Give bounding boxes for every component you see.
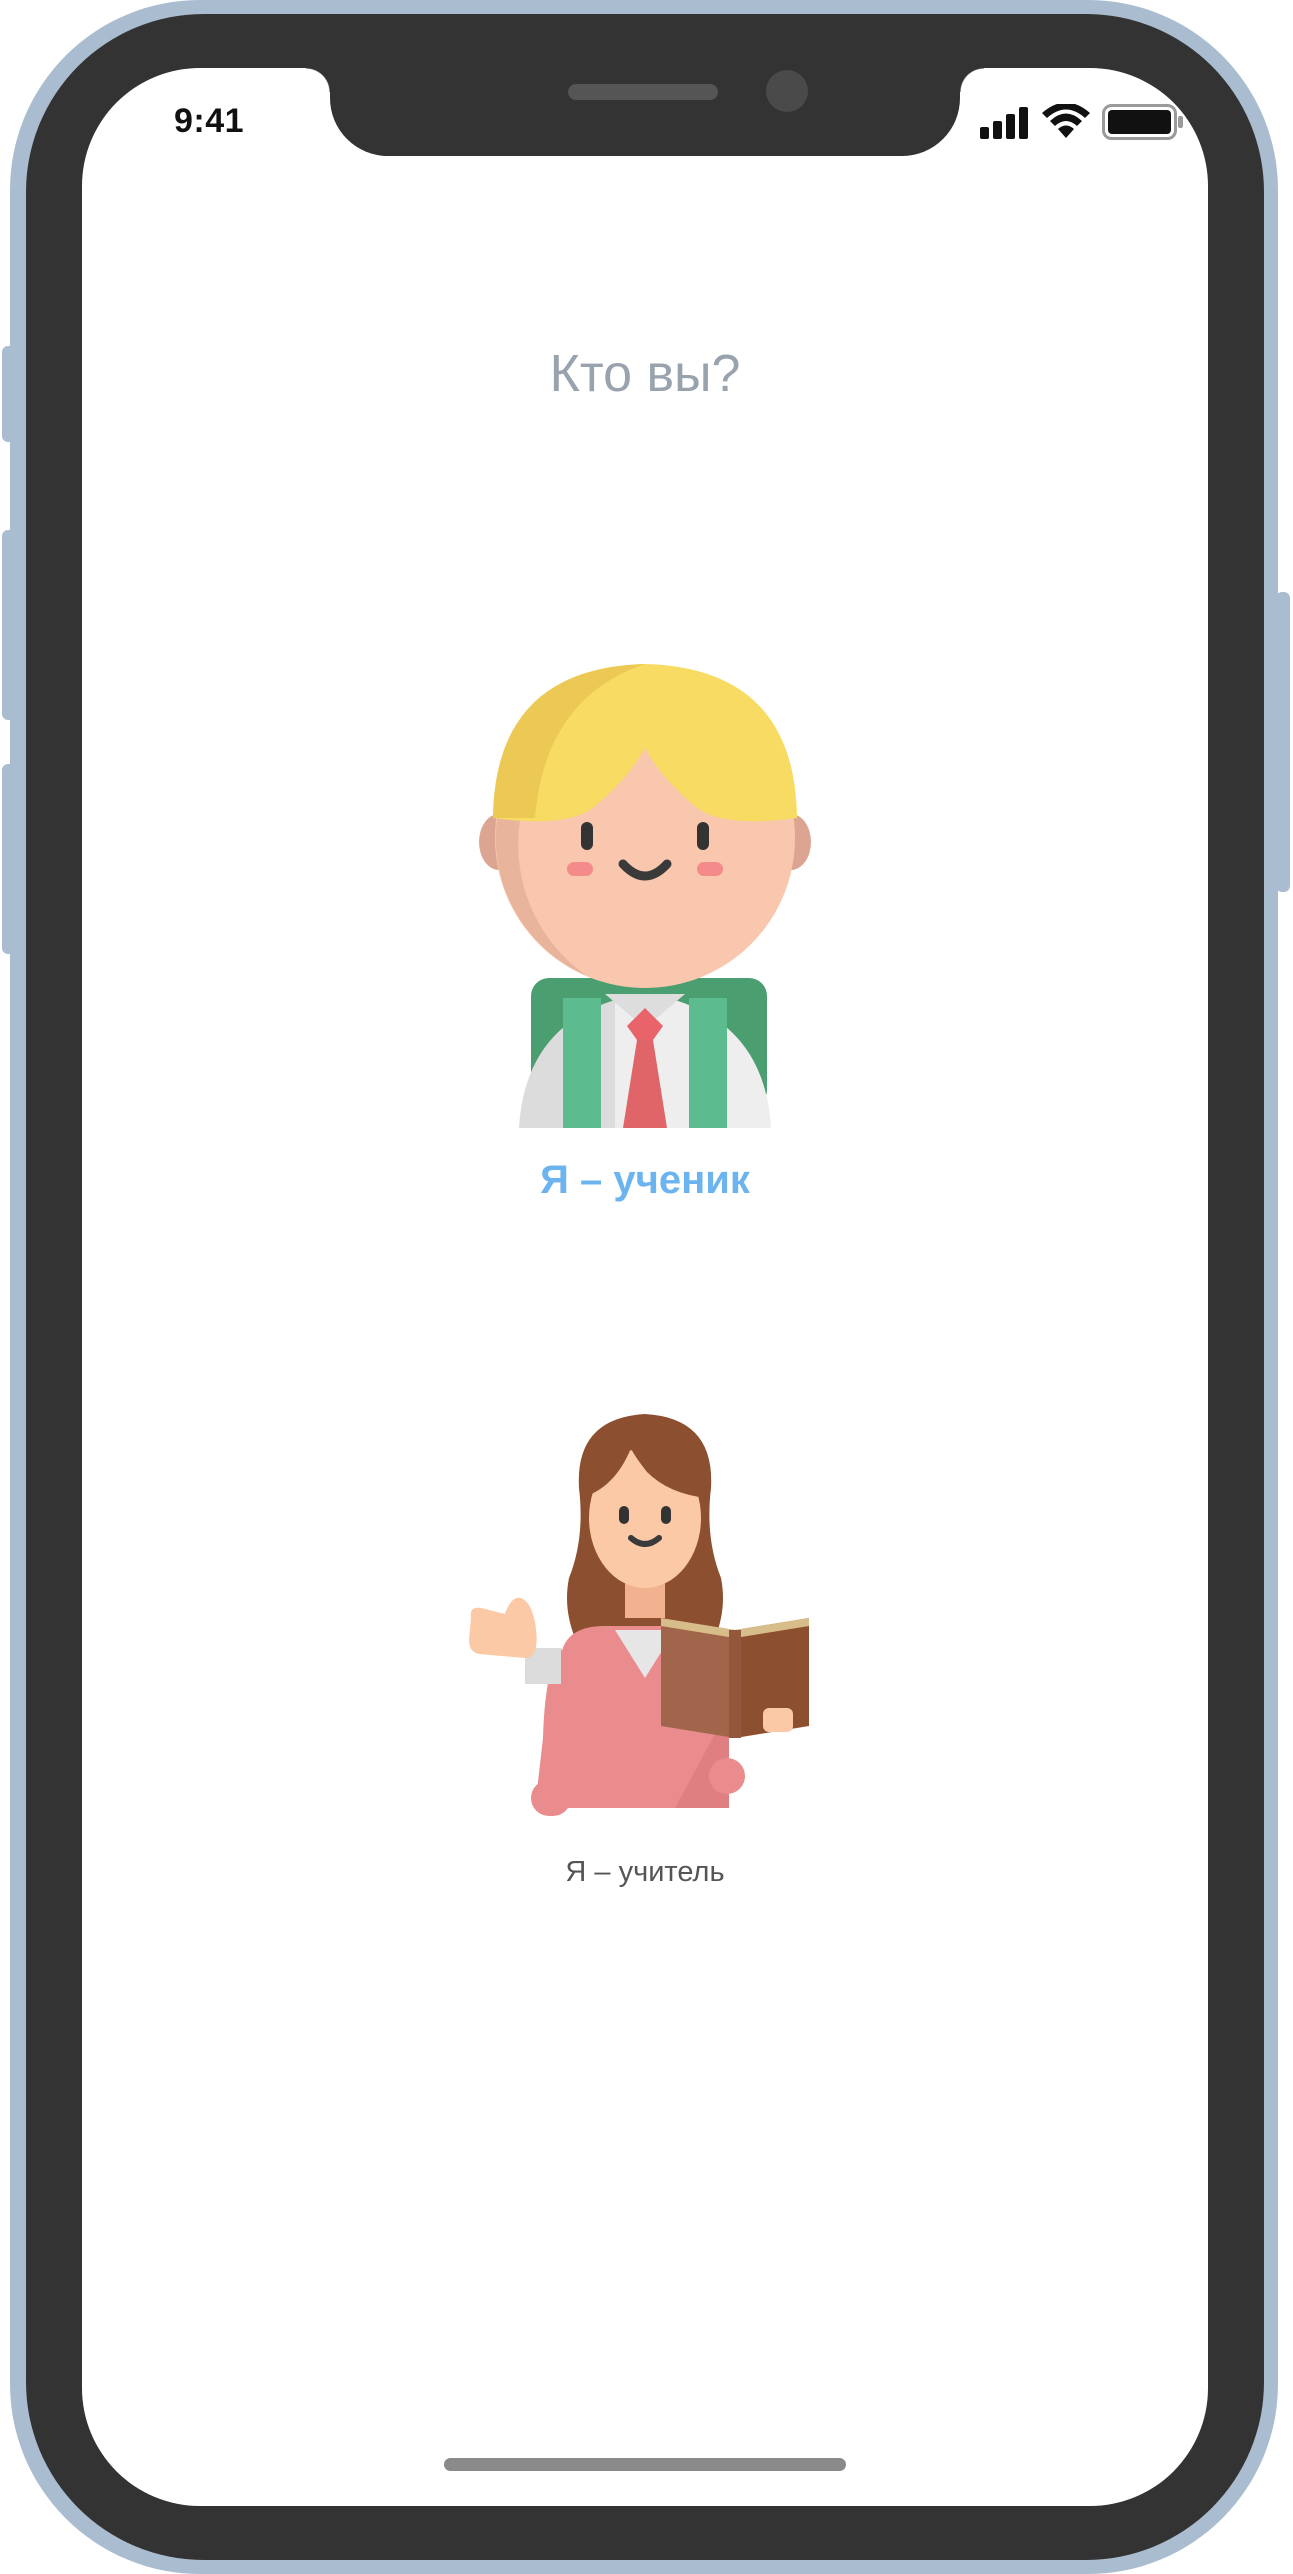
status-time: 9:41 bbox=[174, 102, 245, 140]
front-camera bbox=[766, 70, 808, 112]
student-option[interactable]: Я – ученик bbox=[82, 628, 1208, 1228]
speaker bbox=[568, 84, 718, 100]
student-option-label: Я – ученик bbox=[540, 1158, 750, 1202]
battery-icon bbox=[1102, 104, 1183, 140]
power-button bbox=[1276, 592, 1290, 892]
home-indicator[interactable] bbox=[444, 2458, 846, 2471]
phone-mockup: 9:41 Кто вы? Я – ученик Я – учитель bbox=[0, 0, 1293, 2574]
teacher-option[interactable]: Я – учитель bbox=[82, 1408, 1208, 1928]
teacher-option-label: Я – учитель bbox=[565, 1856, 725, 1888]
screen: 9:41 Кто вы? Я – ученик Я – учитель bbox=[82, 68, 1208, 2506]
teacher-avatar-icon bbox=[469, 1414, 809, 1816]
page-title: Кто вы? bbox=[549, 345, 741, 403]
status-icons bbox=[980, 104, 1184, 140]
notch bbox=[306, 68, 984, 156]
student-avatar-icon bbox=[479, 664, 811, 1128]
signal-icon bbox=[980, 107, 1028, 139]
wifi-icon bbox=[1042, 104, 1090, 138]
